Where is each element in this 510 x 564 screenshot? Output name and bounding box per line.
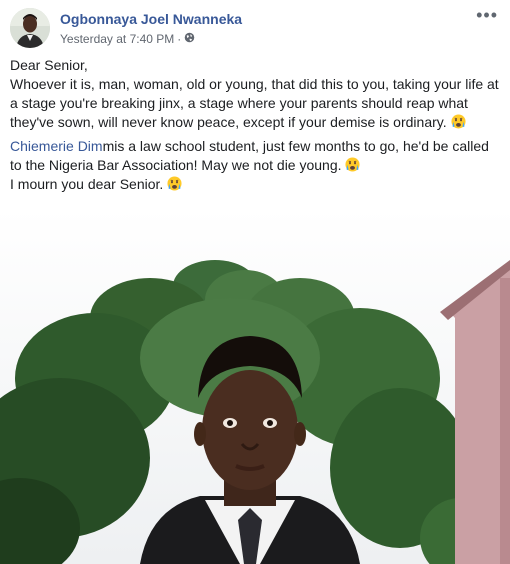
post-paragraph-1: Whoever it is, man, woman, old or young,…: [10, 75, 502, 132]
meta-separator: ·: [177, 32, 182, 46]
post-paragraph-2: Chiemerie Dimmis a law school student, j…: [10, 137, 502, 175]
crying-face-emoji: [345, 157, 360, 172]
post-meta: Yesterday at 7:40 PM ·: [60, 32, 195, 46]
more-options-icon[interactable]: •••: [476, 6, 498, 24]
crying-face-emoji: [450, 114, 466, 129]
post-header: Ogbonnaya Joel Nwanneka Yesterday at 7:4…: [10, 6, 500, 52]
crying-face-emoji: [167, 176, 182, 191]
post-timestamp[interactable]: Yesterday at 7:40 PM: [60, 32, 174, 46]
globe-icon[interactable]: [184, 32, 195, 46]
author-avatar[interactable]: [10, 8, 50, 48]
post-paragraph-3: I mourn you dear Senior.: [10, 175, 502, 194]
greeting-text: Dear Senior,: [10, 57, 88, 73]
mention-link[interactable]: Chiemerie Dim: [10, 138, 103, 154]
facebook-post: Ogbonnaya Joel Nwanneka Yesterday at 7:4…: [0, 0, 510, 564]
post-body: Dear Senior, Whoever it is, man, woman, …: [10, 56, 502, 194]
author-name[interactable]: Ogbonnaya Joel Nwanneka: [60, 11, 242, 27]
paragraph-1-text: Whoever it is, man, woman, old or young,…: [10, 76, 499, 130]
paragraph-3-text: I mourn you dear Senior.: [10, 176, 164, 192]
post-photo[interactable]: [0, 208, 510, 564]
